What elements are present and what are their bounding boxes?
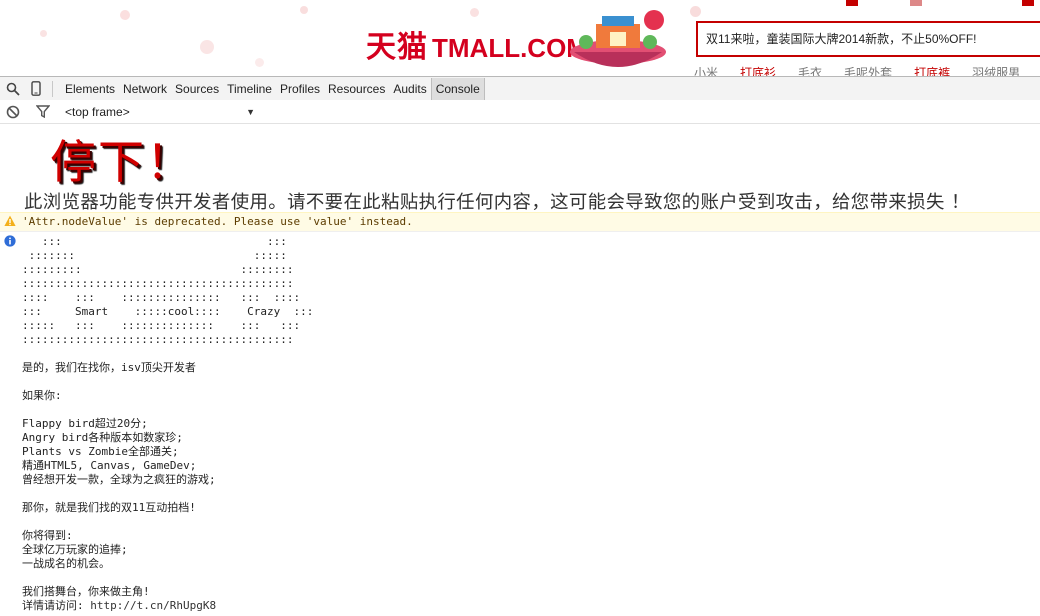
- search-input[interactable]: 双11来啦，童装国际大牌2014新款，不止50%OFF!: [696, 21, 1040, 57]
- log-line: 你将得到:: [22, 529, 73, 542]
- ascii-line: ::::::::::::::::::::::::::::::::::::::::…: [22, 277, 294, 290]
- site-header: 天猫 TMALL.COM 双11来啦，童装国际大牌2014新款，不止50%OFF…: [0, 0, 1040, 76]
- link-prefix: 详情请访问:: [22, 599, 91, 612]
- frame-selector[interactable]: <top frame> ▼: [65, 105, 255, 119]
- promo-tile[interactable]: [910, 0, 922, 6]
- decoration-dot: [120, 10, 130, 20]
- tab-profiles[interactable]: Profiles: [276, 78, 324, 100]
- decoration-dot: [255, 58, 264, 67]
- hot-word[interactable]: 打底裤: [914, 64, 950, 76]
- log-line: 是的，我们在找你，isv顶尖开发者: [22, 361, 196, 374]
- ascii-line: ::: Smart :::::cool:::: Crazy :::: [22, 305, 314, 318]
- recruit-link[interactable]: http://t.cn/RhUpgK8: [90, 599, 216, 612]
- ascii-line: :::: ::: ::::::::::::::: ::: ::::: [22, 291, 301, 304]
- hot-word[interactable]: 毛呢外套: [844, 64, 892, 76]
- self-xss-warning: 此浏览器功能专供开发者使用。请不要在此粘贴执行任何内容，这可能会导致您的账户受到…: [24, 192, 970, 213]
- decoration-dot: [690, 6, 701, 17]
- console-log-row: ::: ::: ::::::: ::::: ::::::::: ::::::::…: [0, 231, 1040, 616]
- stop-warning-title: 停下！: [50, 135, 194, 189]
- console-filter-bar: <top frame> ▼: [0, 100, 1040, 124]
- promo-tile[interactable]: [1022, 0, 1034, 6]
- toolbar-divider: [52, 80, 53, 97]
- device-mode-icon[interactable]: [26, 79, 46, 99]
- hot-word[interactable]: 羽绒服男: [972, 64, 1020, 76]
- deprecation-message: 'Attr.nodeValue' is deprecated. Please u…: [22, 215, 413, 228]
- log-line: 我们搭舞台，你来做主角!: [22, 585, 150, 598]
- log-line: 那你，就是我们找的双11互动拍档!: [22, 501, 196, 514]
- tab-elements[interactable]: Elements: [61, 78, 119, 100]
- log-line: 一战成名的机会。: [22, 557, 110, 570]
- double11-island-illustration: [570, 10, 666, 67]
- decoration-dot: [200, 40, 214, 54]
- filter-icon[interactable]: [33, 102, 53, 122]
- log-line: 全球亿万玩家的追捧;: [22, 543, 128, 556]
- chevron-down-icon: ▼: [246, 106, 255, 117]
- log-line: Plants vs Zombie全部通关;: [22, 445, 179, 458]
- ascii-line: ::::::: :::::: [22, 249, 287, 262]
- clear-console-icon[interactable]: [3, 102, 23, 122]
- recruit-log-message: ::: ::: ::::::: ::::: ::::::::: ::::::::…: [22, 235, 313, 613]
- info-icon: [4, 235, 16, 247]
- log-line: 精通HTML5, Canvas, GameDev;: [22, 459, 197, 472]
- decoration-dot: [300, 6, 308, 14]
- ascii-line: ::::::::: ::::::::: [22, 263, 294, 276]
- ascii-line: ::::: ::: :::::::::::::: ::: :::: [22, 319, 301, 332]
- log-line: 曾经想开发一款，全球为之疯狂的游戏;: [22, 473, 216, 486]
- log-line: Flappy bird超过20分;: [22, 417, 148, 430]
- tab-timeline[interactable]: Timeline: [223, 78, 276, 100]
- log-line: Angry bird各种版本如数家珍;: [22, 431, 183, 444]
- hot-word[interactable]: 小米: [694, 64, 718, 76]
- console-warning-row: 'Attr.nodeValue' is deprecated. Please u…: [0, 212, 1040, 232]
- warning-icon: [4, 215, 16, 226]
- hot-search-words: 小米 打底衫 毛衣 毛呢外套 打底裤 羽绒服男: [694, 64, 1020, 76]
- devtools-toolbar: Elements Network Sources Timeline Profil…: [0, 76, 1040, 101]
- ascii-line: ::: :::: [22, 235, 287, 248]
- decoration-dot: [40, 30, 47, 37]
- promo-tile[interactable]: [846, 0, 858, 6]
- logo-chinese: 天猫: [366, 30, 428, 65]
- tab-console[interactable]: Console: [430, 77, 485, 100]
- tab-network[interactable]: Network: [119, 78, 171, 100]
- frame-selector-value: <top frame>: [65, 104, 130, 119]
- hot-word[interactable]: 打底衫: [740, 64, 776, 76]
- decoration-dot: [470, 8, 479, 17]
- hot-word[interactable]: 毛衣: [798, 64, 822, 76]
- tab-sources[interactable]: Sources: [171, 78, 223, 100]
- tab-resources[interactable]: Resources: [324, 78, 389, 100]
- log-line: 如果你:: [22, 389, 62, 402]
- ascii-line: ::::::::::::::::::::::::::::::::::::::::…: [22, 333, 294, 346]
- console-output: 停下！ 此浏览器功能专供开发者使用。请不要在此粘贴执行任何内容，这可能会导致您的…: [0, 124, 1040, 616]
- tab-audits[interactable]: Audits: [389, 78, 430, 100]
- search-icon[interactable]: [3, 79, 23, 99]
